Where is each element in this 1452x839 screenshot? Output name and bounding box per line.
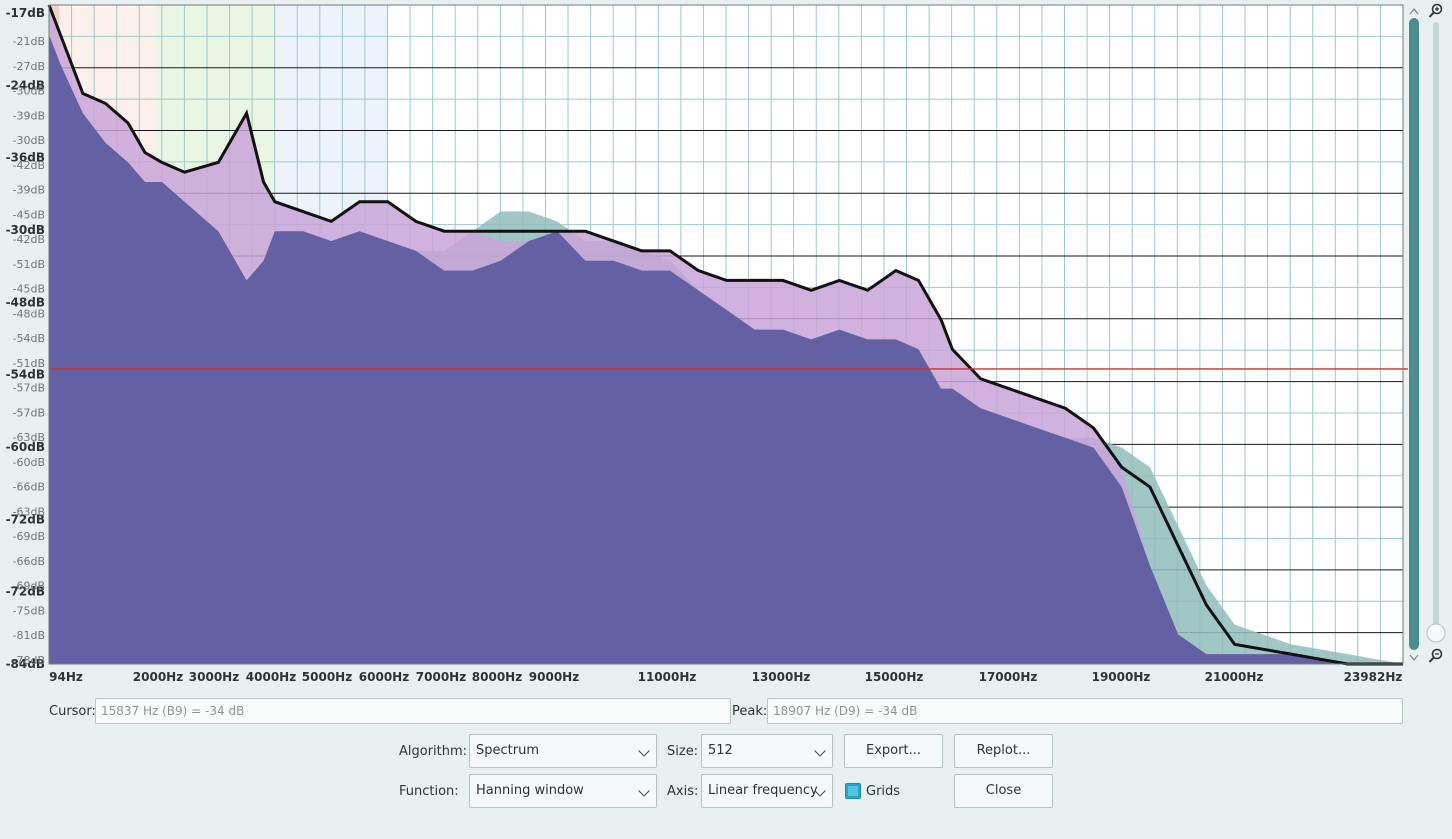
scroll-up-arrow <box>1409 8 1419 15</box>
algorithm-value: Spectrum <box>476 743 539 758</box>
y-tick-label-light: -27dB <box>13 60 46 73</box>
x-tick-label: 2000Hz <box>133 670 183 684</box>
x-tick-label: 7000Hz <box>416 670 466 684</box>
scroll-down-arrow <box>1409 654 1419 661</box>
size-value: 512 <box>708 743 733 758</box>
size-select[interactable]: 512 <box>701 734 833 768</box>
cursor-label: Cursor: <box>49 704 96 719</box>
chevron-down-icon <box>638 745 650 757</box>
x-tick-label: 23982Hz <box>1344 670 1403 684</box>
spectrum-chart[interactable]: -17dB-24dB-36dB-30dB-48dB-54dB-60dB-72dB… <box>0 0 1452 700</box>
y-tick-label-light: -30dB <box>13 85 46 98</box>
size-label: Size: <box>667 744 699 759</box>
close-button[interactable]: Close <box>954 774 1053 808</box>
algorithm-select[interactable]: Spectrum <box>469 734 657 768</box>
function-label: Function: <box>399 784 459 799</box>
algorithm-label: Algorithm: <box>399 744 468 759</box>
x-tick-label: 19000Hz <box>1092 670 1151 684</box>
y-tick-label-light: -66dB <box>13 481 46 494</box>
y-tick-label-light: -57dB <box>13 406 46 419</box>
zoom-out-icon[interactable] <box>1428 648 1444 664</box>
y-tick-label-light: -39dB <box>13 109 46 122</box>
axis-select[interactable]: Linear frequency <box>701 774 833 808</box>
replot-button[interactable]: Replot... <box>954 734 1053 768</box>
axis-label: Axis: <box>667 784 699 799</box>
x-tick-label: 15000Hz <box>865 670 924 684</box>
export-button[interactable]: Export... <box>844 734 943 768</box>
y-tick-label-light: -42dB <box>13 159 46 172</box>
x-tick-label: 9000Hz <box>529 670 579 684</box>
y-tick-label-light: -54dB <box>13 332 46 345</box>
zoom-in-icon[interactable] <box>1428 3 1444 19</box>
y-tick-label-light: -51dB <box>13 357 46 370</box>
y-tick-label-light: -51dB <box>13 258 46 271</box>
peak-label: Peak: <box>732 704 768 719</box>
zoom-slider-track <box>1433 22 1439 627</box>
y-tick-label-light: -69dB <box>13 530 46 543</box>
y-tick-label-light: -78dB <box>13 654 46 667</box>
cursor-readout: 15837 Hz (B9) = -34 dB <box>95 698 731 724</box>
x-tick-label: 8000Hz <box>472 670 522 684</box>
function-select[interactable]: Hanning window <box>469 774 657 808</box>
chevron-down-icon <box>814 745 826 757</box>
axis-value: Linear frequency <box>708 783 818 798</box>
function-value: Hanning window <box>476 783 584 798</box>
x-tick-label: 4000Hz <box>246 670 296 684</box>
y-tick-label-light: -39dB <box>13 184 46 197</box>
v-scrollbar-thumb <box>1409 18 1419 650</box>
y-tick-label-light: -81dB <box>13 629 46 642</box>
y-tick-label-light: -69dB <box>13 580 46 593</box>
chevron-down-icon <box>638 785 650 797</box>
x-tick-label: 13000Hz <box>752 670 811 684</box>
spectrum-plot[interactable]: -17dB -24dB -36dB -30dB -48dB -54dB -60dB -72dB… <box>0 0 1452 700</box>
y-tick-label-light: -21dB <box>13 35 46 48</box>
y-tick-label-light: -45dB <box>13 208 46 221</box>
y-tick-label-light: -48dB <box>13 307 46 320</box>
x-tick-label: 6000Hz <box>359 670 409 684</box>
x-tick-label: 3000Hz <box>189 670 239 684</box>
y-tick-label-light: -45dB <box>13 283 46 296</box>
y-tick-label-bold: -17dB <box>6 6 45 20</box>
zoom-slider-handle <box>1426 623 1446 643</box>
x-tick-label: 5000Hz <box>302 670 352 684</box>
y-tick-label-light: -63dB <box>13 431 46 444</box>
x-tick-label: 94Hz <box>49 670 83 684</box>
y-tick-label-light: -75dB <box>13 604 46 617</box>
y-tick-label-light: -63dB <box>13 505 46 518</box>
grids-checkbox[interactable] <box>845 783 861 799</box>
peak-readout: 18907 Hz (D9) = -34 dB <box>767 698 1403 724</box>
y-tick-label-light: -30dB <box>13 134 46 147</box>
grids-label: Grids <box>866 784 901 799</box>
x-tick-label: 11000Hz <box>638 670 697 684</box>
y-tick-label-light: -60dB <box>13 456 46 469</box>
y-tick-label-light: -42dB <box>13 233 46 246</box>
y-tick-label-light: -57dB <box>13 382 46 395</box>
x-tick-label: 21000Hz <box>1205 670 1264 684</box>
x-tick-label: 17000Hz <box>979 670 1038 684</box>
y-tick-label-light: -66dB <box>13 555 46 568</box>
